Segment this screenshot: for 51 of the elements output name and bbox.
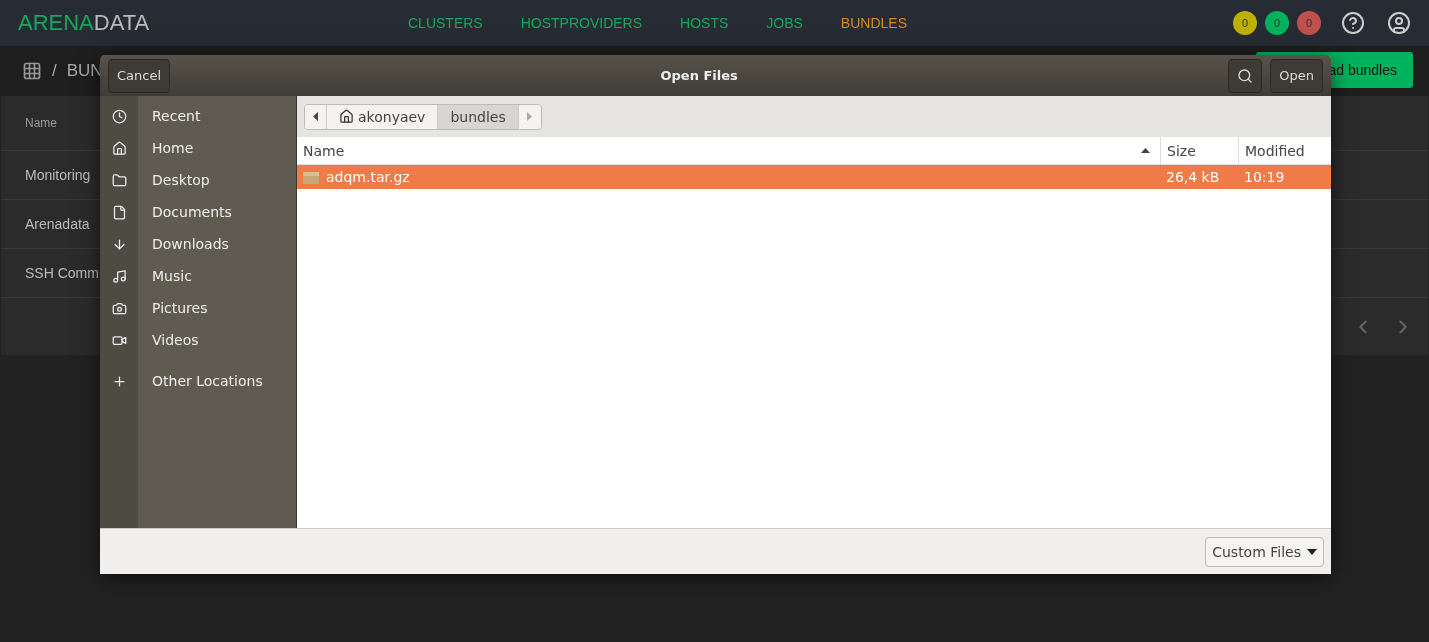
plus-icon — [111, 373, 127, 389]
column-header[interactable]: Modified — [1245, 142, 1305, 159]
home-icon — [111, 140, 127, 156]
folder-icon — [111, 172, 127, 188]
column-header: Name — [25, 116, 57, 130]
file-name: adqm.tar.gz — [326, 169, 410, 185]
download-icon — [111, 236, 127, 252]
table-cell: SSH Comm — [25, 265, 99, 281]
nav-link[interactable]: HOSTS — [680, 15, 729, 31]
sidebar-item[interactable]: Recent — [152, 108, 201, 124]
clock-icon — [111, 108, 127, 124]
count-badge[interactable]: 0 — [1233, 11, 1257, 35]
sidebar-item[interactable]: Desktop — [152, 172, 210, 188]
search-button[interactable] — [1228, 58, 1263, 93]
column-header[interactable]: Size — [1167, 142, 1196, 159]
nav-link[interactable]: HOSTPROVIDERS — [520, 15, 643, 31]
sidebar-item[interactable]: Downloads — [152, 236, 229, 252]
sidebar-item[interactable]: Music — [152, 268, 192, 284]
file-size: 26,4 kB — [1166, 169, 1220, 185]
path-button[interactable]: bundles — [438, 104, 519, 129]
sort-ascending-icon — [1141, 148, 1150, 153]
table-cell: Arenadata — [25, 216, 90, 232]
music-icon — [111, 268, 127, 284]
apps-grid-icon[interactable] — [22, 61, 42, 81]
sidebar-item[interactable]: Home — [152, 140, 194, 156]
document-icon — [111, 204, 127, 220]
file-modified: 10:19 — [1244, 169, 1285, 185]
file-filter-dropdown[interactable]: Custom Files — [1205, 536, 1324, 567]
account-icon[interactable] — [1387, 11, 1411, 35]
camera-icon — [111, 300, 127, 316]
sidebar-item[interactable]: Documents — [152, 204, 232, 220]
open-button[interactable]: Open — [1270, 58, 1323, 93]
back-arrow-icon[interactable] — [313, 112, 318, 121]
sidebar-item[interactable]: Pictures — [152, 300, 208, 316]
nav-link[interactable]: CLUSTERS — [408, 15, 483, 31]
search-icon — [1237, 67, 1254, 84]
nav-link[interactable]: BUNDLES — [840, 15, 907, 31]
package-icon — [303, 170, 319, 184]
help-icon[interactable] — [1341, 11, 1365, 35]
nav-link[interactable]: JOBS — [766, 15, 803, 31]
count-badge[interactable]: 0 — [1265, 11, 1289, 35]
sidebar-item[interactable]: Other Locations — [152, 373, 263, 389]
column-header[interactable]: Name — [303, 142, 345, 159]
logo: ARENADATA — [18, 10, 150, 35]
table-cell: Monitoring — [25, 167, 91, 183]
breadcrumb-separator: / — [52, 61, 57, 81]
path-button[interactable]: akonyaev — [327, 104, 439, 129]
dialog-title: Open Files — [659, 68, 739, 83]
caret-icon — [1307, 548, 1317, 555]
sidebar-item[interactable]: Videos — [152, 332, 199, 348]
cancel-button[interactable]: Cancel — [108, 58, 171, 93]
